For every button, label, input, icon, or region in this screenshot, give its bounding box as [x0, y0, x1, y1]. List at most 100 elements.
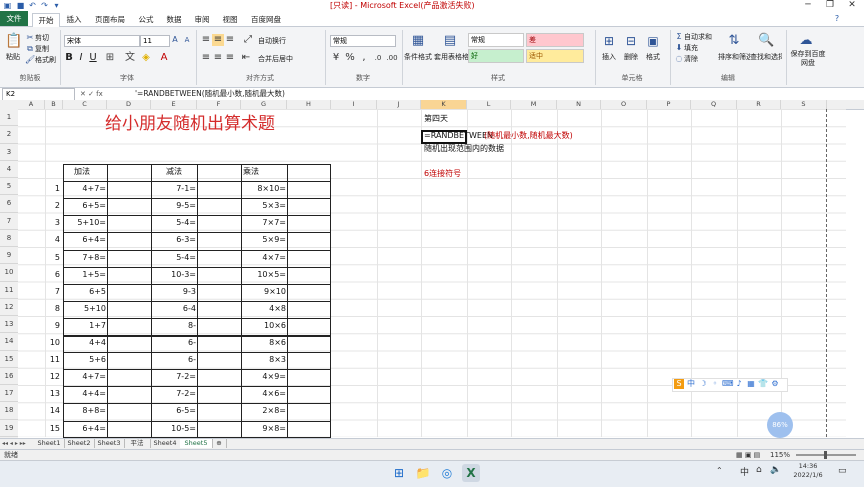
addition-problem[interactable]: 1+7 — [64, 321, 106, 330]
column-header[interactable]: J — [377, 100, 421, 109]
row-number[interactable]: 1 — [46, 184, 60, 193]
row-header[interactable]: 15 — [0, 350, 18, 368]
shrink-font-icon[interactable]: A — [182, 34, 192, 46]
row-header[interactable]: 11 — [0, 281, 18, 299]
tab-view[interactable]: 视图 — [218, 13, 242, 26]
tray-chevron-icon[interactable]: ⌃ — [716, 466, 723, 475]
row-number[interactable]: 4 — [46, 235, 60, 244]
fill-color-icon[interactable]: ◈ — [140, 52, 152, 64]
minimize-icon[interactable]: ─ — [798, 0, 818, 11]
row-header[interactable]: 6 — [0, 195, 18, 213]
addition-problem[interactable]: 4+7= — [64, 184, 106, 193]
multiplication-problem[interactable]: 9×8= — [242, 424, 286, 433]
clear-icon[interactable]: ◌ — [674, 54, 684, 64]
tab-insert[interactable]: 插入 — [62, 13, 86, 26]
row-number[interactable]: 11 — [46, 355, 60, 364]
font-color-icon[interactable]: A — [158, 52, 170, 64]
copy-icon[interactable]: ⧉ — [25, 44, 35, 54]
file-explorer-icon[interactable]: 📁 — [414, 464, 432, 482]
subtraction-problem[interactable]: 7-2= — [152, 372, 196, 381]
column-header[interactable]: M — [511, 100, 557, 109]
number-format-select[interactable]: 常规 — [330, 35, 396, 47]
increase-decimal-icon[interactable]: .0 — [372, 52, 384, 64]
addition-problem[interactable]: 4+4 — [64, 338, 106, 347]
view-buttons-icon[interactable]: ▦ ▣ ▤ — [736, 450, 766, 460]
tab-page-layout[interactable]: 页面布局 — [90, 13, 130, 26]
align-middle-icon[interactable]: ≡ — [212, 34, 224, 46]
column-header[interactable]: O — [601, 100, 647, 109]
subtraction-problem[interactable]: 9-3 — [152, 287, 196, 296]
format-painter-icon[interactable]: 🖌 — [25, 55, 35, 65]
indent-icon[interactable]: ⇤ — [240, 52, 252, 64]
row-header[interactable]: 19 — [0, 419, 18, 437]
row-number[interactable]: 8 — [46, 304, 60, 313]
format-cells-icon[interactable]: ▣ — [646, 32, 660, 50]
clock-time[interactable]: 14:36 — [786, 462, 830, 471]
formula-input[interactable]: '=RANDBETWEEN(随机最小数,随机最大数) — [135, 88, 735, 100]
baidu-cloud-icon[interactable]: ☁ — [798, 32, 814, 50]
customize-icon[interactable]: ▾ — [52, 1, 61, 10]
row-header[interactable]: 4 — [0, 160, 18, 178]
font-name-select[interactable]: 宋体 — [64, 35, 140, 47]
underline-icon[interactable]: U — [88, 52, 98, 64]
multiplication-problem[interactable]: 10×5= — [242, 270, 286, 279]
table-format-icon[interactable]: ▤ — [440, 32, 460, 50]
currency-icon[interactable]: ¥ — [330, 52, 342, 64]
multiplication-problem[interactable]: 4×9= — [242, 372, 286, 381]
multiplication-problem[interactable]: 5×9= — [242, 235, 286, 244]
addition-problem[interactable]: 6+4= — [64, 424, 106, 433]
subtraction-problem[interactable]: 7-2= — [152, 389, 196, 398]
ime-settings-icon[interactable]: ⚙ — [770, 379, 780, 389]
multiplication-problem[interactable]: 2×8= — [242, 406, 286, 415]
ime-punct-icon[interactable]: ◦ — [710, 379, 720, 389]
excel-taskbar-icon[interactable]: X — [462, 464, 480, 482]
help-icon[interactable]: ? — [832, 14, 842, 24]
row-number[interactable]: 3 — [46, 218, 60, 227]
autosum-button[interactable]: 自动求和 — [684, 32, 716, 42]
close-icon[interactable]: ✕ — [842, 0, 862, 11]
autosum-icon[interactable]: Σ — [674, 32, 684, 42]
addition-problem[interactable]: 5+10 — [64, 304, 106, 313]
row-header[interactable]: 3 — [0, 143, 18, 161]
tab-data[interactable]: 数据 — [162, 13, 186, 26]
ime-keyboard-icon[interactable]: ⌨ — [722, 379, 734, 389]
row-number[interactable]: 2 — [46, 201, 60, 210]
column-header[interactable]: A — [18, 100, 45, 109]
addition-problem[interactable]: 4+7= — [64, 372, 106, 381]
cut-button[interactable]: 剪切 — [35, 33, 57, 43]
find-select-icon[interactable]: 🔍 — [758, 32, 774, 50]
cut-icon[interactable]: ✂ — [25, 33, 35, 43]
border-icon[interactable]: ⊞ — [104, 52, 116, 64]
format-painter-button[interactable]: 格式刷 — [35, 55, 59, 65]
multiplication-problem[interactable]: 10×6 — [242, 321, 286, 330]
tab-file[interactable]: 文件 — [0, 11, 28, 26]
paste-icon[interactable]: 📋 — [5, 32, 22, 50]
row-header[interactable]: 5 — [0, 178, 18, 196]
row-header[interactable]: 8 — [0, 229, 18, 247]
ime-voice-icon[interactable]: ♪ — [734, 379, 744, 389]
undo-icon[interactable]: ↶ — [28, 1, 37, 10]
column-header[interactable]: H — [287, 100, 331, 109]
tab-review[interactable]: 审阅 — [190, 13, 214, 26]
fill-button[interactable]: 填充 — [684, 43, 716, 53]
sort-filter-button[interactable]: 排序和筛选 — [718, 52, 750, 62]
multiplication-problem[interactable]: 8×6 — [242, 338, 286, 347]
subtraction-problem[interactable]: 8- — [152, 321, 196, 330]
subtraction-problem[interactable]: 10-3= — [152, 270, 196, 279]
row-header[interactable]: 10 — [0, 264, 18, 282]
column-header[interactable]: S — [781, 100, 827, 109]
row-number[interactable]: 13 — [46, 389, 60, 398]
tab-formulas[interactable]: 公式 — [134, 13, 158, 26]
row-header[interactable]: 13 — [0, 316, 18, 334]
delete-cells-icon[interactable]: ⊟ — [624, 32, 638, 50]
phonetic-icon[interactable]: 文 — [124, 52, 136, 64]
orientation-icon[interactable]: ⤢ — [242, 34, 254, 46]
column-header[interactable]: D — [107, 100, 151, 109]
sheet-tab[interactable]: Sheet2 — [64, 439, 95, 448]
ime-shirt-icon[interactable]: 👕 — [758, 379, 768, 389]
multiplication-problem[interactable]: 9×10 — [242, 287, 286, 296]
browser-icon[interactable]: ◎ — [438, 464, 456, 482]
conditional-format-button[interactable]: 条件格式 — [403, 52, 433, 62]
addition-problem[interactable]: 6+4= — [64, 235, 106, 244]
row-header[interactable]: 12 — [0, 298, 18, 316]
